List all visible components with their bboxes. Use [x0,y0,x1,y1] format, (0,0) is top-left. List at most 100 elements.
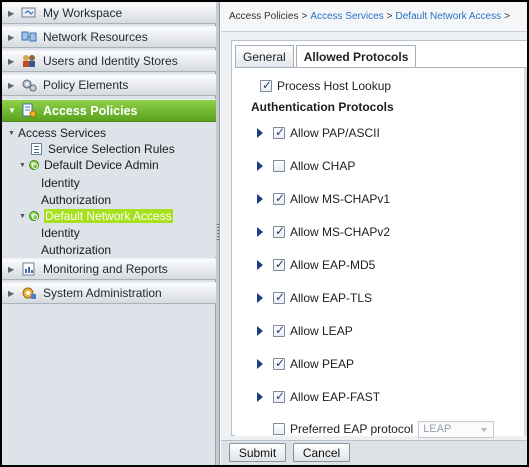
expand-arrow-icon: ▶ [8,264,15,274]
breadcrumb-access-services[interactable]: Access Services [310,11,383,22]
content-scrollbar[interactable] [524,68,527,436]
auth-protocols-heading: Authentication Protocols [251,100,394,114]
protocol-label: Allow EAP-FAST [290,390,381,404]
allow-mschapv2-checkbox[interactable] [273,224,285,238]
allow-eap-tls-checkbox[interactable] [273,290,285,304]
protocol-label: Allow PAP/ASCII [290,126,380,140]
workspace-icon [20,5,38,21]
preferred-eap-value: LEAP [423,423,452,435]
breadcrumb-default-network-access[interactable]: Default Network Access [396,11,502,22]
expand-arrow-icon: ▶ [8,56,15,66]
expand-triangle-icon[interactable] [257,326,263,336]
breadcrumb-separator: > [504,11,510,22]
protocol-label: Allow EAP-TLS [290,291,373,305]
allow-peap-checkbox[interactable] [273,356,285,370]
expand-arrow-icon: ▶ [8,8,15,18]
collapse-arrow-icon: ▼ [19,212,26,220]
tree-node-dda-identity[interactable]: Identity [41,175,80,191]
pane-splitter[interactable] [216,2,220,465]
drawer-label: Access Policies [43,103,138,118]
drawer-label: Monitoring and Reports [43,262,168,276]
protocol-row-mschapv2: Allow MS-CHAPv2 [257,224,390,240]
process-host-lookup-checkbox[interactable] [260,78,272,92]
allow-eap-md5-checkbox[interactable] [273,257,285,271]
process-host-lookup-label: Process Host Lookup [277,79,392,93]
preferred-eap-select[interactable]: LEAP [418,420,495,438]
expand-triangle-icon[interactable] [257,227,263,237]
tree-node-access-services[interactable]: ▼ Access Services [8,125,106,141]
protocol-row-mschapv1: Allow MS-CHAPv1 [257,191,390,207]
tree-node-default-device-admin[interactable]: ▼ Default Device Admin [19,157,159,173]
service-status-icon [29,160,39,170]
drawer-monitoring-reports[interactable]: ▶ Monitoring and Reports [2,258,216,280]
protocol-row-eap-md5: Allow EAP-MD5 [257,257,375,273]
protocol-row-eap-fast: Allow EAP-FAST [257,389,380,405]
sidebar: ▶ My Workspace ▶ Network Resources ▶ Use… [2,2,216,465]
preferred-eap-checkbox[interactable] [273,423,285,435]
drawer-label: Network Resources [43,30,148,44]
collapse-arrow-icon: ▼ [19,161,26,169]
protocol-row-pap: Allow PAP/ASCII [257,125,380,141]
collapse-arrow-icon: ▼ [8,106,16,115]
tree-node-dda-authorization[interactable]: Authorization [41,192,111,208]
protocol-row-eap-tls: Allow EAP-TLS [257,290,372,306]
preferred-eap-label: Preferred EAP protocol [290,422,414,436]
protocol-label: Allow MS-CHAPv1 [290,192,391,206]
drawer-network-resources[interactable]: ▶ Network Resources [2,26,216,48]
main-content: Access Policies > Access Services > Defa… [221,2,527,465]
access-policies-icon [20,103,38,119]
expand-triangle-icon[interactable] [257,194,263,204]
network-resources-icon [20,29,38,45]
protocol-label: Allow MS-CHAPv2 [290,225,391,239]
expand-triangle-icon[interactable] [257,392,263,402]
tree-node-default-network-access[interactable]: ▼ Default Network Access [19,208,173,224]
submit-button[interactable]: Submit [229,443,286,462]
policy-elements-icon [20,77,38,93]
monitoring-icon [20,261,38,277]
expand-arrow-icon: ▶ [8,32,15,42]
protocol-label: Allow PEAP [290,357,355,371]
users-icon [20,53,38,69]
tree-node-dna-authorization[interactable]: Authorization [41,242,111,258]
collapse-arrow-icon: ▼ [8,129,15,137]
rules-table-icon [31,143,42,155]
allow-mschapv1-checkbox[interactable] [273,191,285,205]
cancel-button[interactable]: Cancel [293,443,350,462]
drawer-label: Policy Elements [43,78,129,92]
tab-bar: General Allowed Protocols [235,45,418,68]
splitter-grip-icon[interactable] [217,224,219,242]
protocol-label: Allow LEAP [290,324,353,338]
service-status-icon [29,211,39,221]
expand-triangle-icon[interactable] [257,128,263,138]
breadcrumb-separator: > [301,11,308,22]
tab-allowed-protocols[interactable]: Allowed Protocols [295,45,417,68]
protocol-row-leap: Allow LEAP [257,323,353,339]
allow-eap-fast-checkbox[interactable] [273,389,285,403]
drawer-system-administration[interactable]: ▶ System Administration [2,282,216,304]
tree-node-service-selection-rules[interactable]: Service Selection Rules [31,141,175,157]
breadcrumb: Access Policies > Access Services > Defa… [221,2,527,32]
expand-arrow-icon: ▶ [8,288,15,298]
drawer-users-identity-stores[interactable]: ▶ Users and Identity Stores [2,50,216,72]
expand-triangle-icon[interactable] [257,161,263,171]
acs-window: ▶ My Workspace ▶ Network Resources ▶ Use… [2,2,527,465]
tree-node-dna-identity[interactable]: Identity [41,225,80,241]
expand-triangle-icon[interactable] [257,293,263,303]
expand-triangle-icon[interactable] [257,260,263,270]
protocol-row-peap: Allow PEAP [257,356,354,372]
expand-triangle-icon[interactable] [257,359,263,369]
protocol-label: Allow CHAP [290,159,356,173]
breadcrumb-access-policies[interactable]: Access Policies [229,11,298,22]
drawer-my-workspace[interactable]: ▶ My Workspace [2,2,216,24]
allow-chap-checkbox[interactable] [273,160,285,172]
drawer-label: System Administration [43,286,162,300]
drawer-access-policies[interactable]: ▼ Access Policies [2,99,216,122]
allow-leap-checkbox[interactable] [273,323,285,337]
drawer-label: My Workspace [43,6,123,20]
protocol-row-chap: Allow CHAP [257,158,355,174]
allow-pap-checkbox[interactable] [273,125,285,139]
process-host-lookup-row: Process Host Lookup [260,78,391,94]
drawer-label: Users and Identity Stores [43,54,178,68]
drawer-policy-elements[interactable]: ▶ Policy Elements [2,74,216,96]
tab-general[interactable]: General [235,45,294,67]
